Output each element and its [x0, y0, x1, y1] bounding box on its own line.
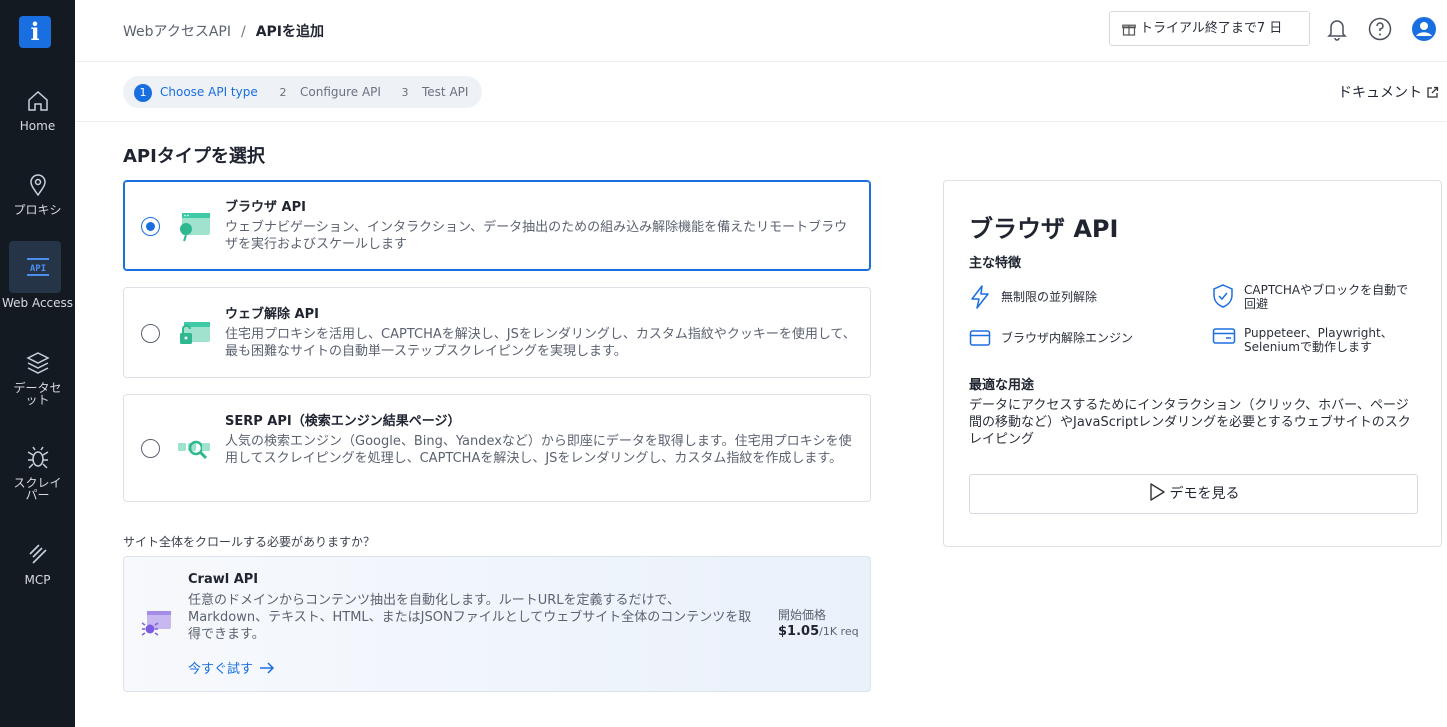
price-label: 開始価格 — [778, 608, 827, 622]
usecase-heading: 最適な用途 — [969, 378, 1035, 393]
feature-label: CAPTCHAやブロックを自動で回避 — [1244, 283, 1409, 311]
api-icon: API — [26, 258, 49, 276]
browser-api-icon — [180, 213, 210, 242]
card-description: 人気の検索エンジン（Google、Bing、Yandexなど）から即座にデータを… — [225, 434, 852, 466]
bell-icon[interactable] — [1324, 16, 1350, 42]
step-label: Test API — [422, 85, 469, 99]
step-number: 1 — [134, 84, 152, 102]
home-icon — [27, 90, 48, 111]
database-icon — [25, 352, 50, 374]
sidebar-item-home[interactable]: Home — [0, 88, 75, 132]
sidebar-item-mcp[interactable]: MCP — [0, 542, 75, 586]
card-description: 住宅用プロキシを活用し、CAPTCHAを解決し、JSをレンダリングし、カスタム指… — [225, 327, 856, 359]
documentation-link[interactable]: ドキュメント — [1338, 82, 1439, 102]
step-choose-api-type[interactable]: 1 Choose API type — [134, 76, 258, 108]
watch-demo-button[interactable]: デモを見る — [969, 474, 1418, 514]
card-title: ウェブ解除 API — [225, 307, 319, 322]
step-number: 3 — [401, 86, 409, 99]
panel-title: ブラウザ API — [969, 215, 1119, 243]
crawl-api-card[interactable]: Crawl API 任意のドメインからコンテンツ抽出を自動化します。ルートURL… — [123, 556, 871, 692]
radio-browser-api[interactable] — [141, 217, 160, 236]
feature-label: 無制限の並列解除 — [1001, 290, 1098, 304]
sidebar: i Home プロキシ API Web Access データセット スクレイパー… — [0, 0, 75, 727]
feature-item: CAPTCHAやブロックを自動で回避 — [1212, 283, 1422, 313]
sidebar-item-label: データセット — [13, 381, 62, 407]
sidebar-item-proxy[interactable]: プロキシ — [0, 172, 75, 216]
documentation-label: ドキュメント — [1338, 85, 1422, 101]
shield-check-icon — [1213, 284, 1233, 308]
usecase-text: データにアクセスするためにインタラクション（クリック、ホバー、ページ間の移動など… — [969, 398, 1411, 447]
try-now-link[interactable]: 今すぐ試す — [188, 658, 275, 677]
card-description: ウェブナビゲーション、インタラクション、データ抽出のための組み込み解除機能を備え… — [225, 220, 848, 252]
sidebar-item-label: MCP — [24, 573, 51, 587]
step-configure-api[interactable]: 2 Configure API — [274, 76, 381, 108]
mcp-icon — [28, 544, 47, 564]
api-type-card-browser[interactable]: ブラウザ API ウェブナビゲーション、インタラクション、データ抽出のための組み… — [123, 180, 871, 271]
app-logo[interactable]: i — [19, 16, 51, 48]
unlock-icon — [180, 322, 210, 344]
feature-label: Puppeteer、Playwright、Seleniumで動作します — [1244, 326, 1393, 354]
demo-label: デモを見る — [1169, 486, 1240, 502]
sidebar-item-label: プロキシ — [13, 203, 62, 217]
step-label: Choose API type — [160, 85, 258, 99]
price-value: $1.05 — [778, 624, 820, 639]
top-bar: WebアクセスAPI / APIを追加 トライアル終了まで7 日 — [75, 0, 1447, 62]
crawl-question: サイト全体をクロールする必要がありますか？ — [123, 535, 376, 549]
arrow-right-icon — [260, 662, 275, 674]
user-icon[interactable] — [1411, 16, 1437, 42]
crawl-title: Crawl API — [188, 572, 259, 587]
lightning-icon — [971, 285, 989, 309]
radio-unlocker-api[interactable] — [141, 324, 160, 343]
step-number: 2 — [279, 86, 287, 99]
radio-serp-api[interactable] — [141, 439, 160, 458]
feature-item: Puppeteer、Playwright、Seleniumで動作します — [1212, 325, 1422, 355]
try-now-label: 今すぐ試す — [188, 662, 254, 677]
features-heading: 主な特徴 — [969, 256, 1022, 271]
sidebar-item-label: Web Access — [1, 296, 74, 310]
sidebar-item-web-access[interactable]: API Web Access — [0, 241, 75, 309]
svg-text:API: API — [29, 264, 45, 274]
feature-item: 無制限の並列解除 — [969, 285, 1189, 311]
id-card-icon — [1212, 328, 1236, 344]
gift-icon — [1122, 24, 1136, 36]
card-title: ブラウザ API — [225, 200, 306, 215]
feature-label: ブラウザ内解除エンジン — [1001, 331, 1134, 345]
card-title: SERP API（検索エンジン結果ページ） — [225, 414, 461, 429]
search-engine-icon — [178, 440, 210, 460]
trial-button[interactable]: トライアル終了まで7 日 — [1109, 11, 1310, 46]
browser-window-icon — [969, 330, 991, 346]
step-bar: 1 Choose API type 2 Configure API 3 Test AP… — [75, 62, 1447, 122]
bug-icon — [27, 446, 48, 469]
feature-item: ブラウザ内解除エンジン — [969, 328, 1189, 350]
sidebar-item-scrapers[interactable]: スクレイパー — [0, 445, 75, 501]
api-detail-panel: ブラウザ API 主な特徴 無制限の並列解除 CAPTCHAやブロックを自動で回… — [943, 180, 1442, 547]
breadcrumb-separator: / — [240, 24, 246, 40]
sidebar-item-label: Home — [19, 119, 56, 133]
section-title: APIタイプを選択 — [123, 146, 265, 167]
price-unit: /1K req — [819, 625, 859, 638]
stepper: 1 Choose API type 2 Configure API 3 Test AP… — [123, 76, 482, 108]
crawl-spider-icon — [141, 611, 171, 636]
step-label: Configure API — [300, 85, 381, 99]
sidebar-item-datasets[interactable]: データセット — [0, 350, 75, 406]
help-icon[interactable] — [1367, 16, 1393, 42]
play-icon — [1149, 483, 1165, 501]
breadcrumb-current: APIを追加 — [255, 24, 325, 40]
external-link-icon — [1427, 86, 1439, 98]
crawl-description: 任意のドメインからコンテンツ抽出を自動化します。ルートURLを定義するだけで、M… — [188, 593, 752, 642]
api-type-card-serp[interactable]: SERP API（検索エンジン結果ページ） 人気の検索エンジン（Google、B… — [123, 394, 871, 502]
location-pin-icon — [29, 174, 46, 197]
trial-label: トライアル終了まで7 日 — [1140, 21, 1283, 36]
price: $1.05/1K req — [778, 624, 859, 639]
api-type-card-unlocker[interactable]: ウェブ解除 API 住宅用プロキシを活用し、CAPTCHAを解決し、JSをレンダ… — [123, 287, 871, 378]
step-test-api[interactable]: 3 Test API — [396, 76, 469, 108]
breadcrumb-parent[interactable]: WebアクセスAPI — [123, 24, 231, 40]
breadcrumb: WebアクセスAPI / APIを追加 — [123, 21, 324, 41]
sidebar-item-label: スクレイパー — [13, 476, 62, 502]
